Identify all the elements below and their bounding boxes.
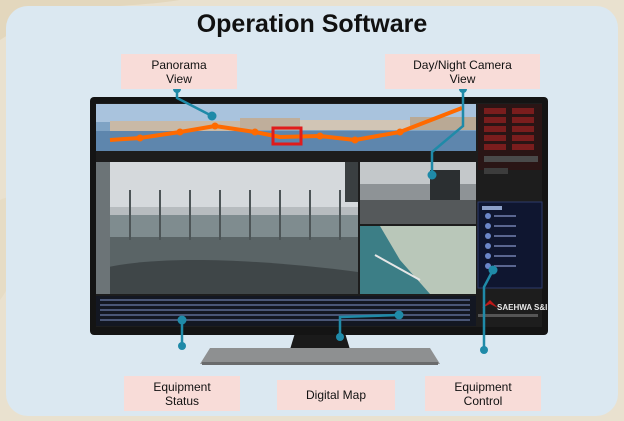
callout-equipment-control-label: Equipment Control bbox=[454, 379, 512, 408]
equipment-status-log bbox=[96, 296, 476, 326]
main-camera-image bbox=[96, 162, 358, 294]
callout-digital-map-label: Digital Map bbox=[305, 388, 367, 402]
callout-panorama-label: Panorama View bbox=[151, 57, 207, 86]
callout-equipment-status-label: Equipment Status bbox=[153, 379, 211, 408]
equipment-control-panel bbox=[477, 201, 543, 289]
monitor-base bbox=[200, 348, 440, 364]
callout-panorama-view: Panorama View bbox=[121, 54, 237, 89]
callout-digital-map: Digital Map bbox=[277, 380, 395, 410]
callout-daynight-label: Day/Night Camera View bbox=[413, 57, 512, 86]
callout-day-night-camera-view: Day/Night Camera View bbox=[385, 54, 540, 89]
callout-equipment-control: Equipment Control bbox=[425, 376, 541, 411]
brand-text: SAEHWA S&I bbox=[497, 303, 547, 312]
day-night-camera-image bbox=[360, 162, 476, 224]
callout-equipment-status: Equipment Status bbox=[124, 376, 240, 411]
digital-map-image bbox=[360, 226, 476, 294]
